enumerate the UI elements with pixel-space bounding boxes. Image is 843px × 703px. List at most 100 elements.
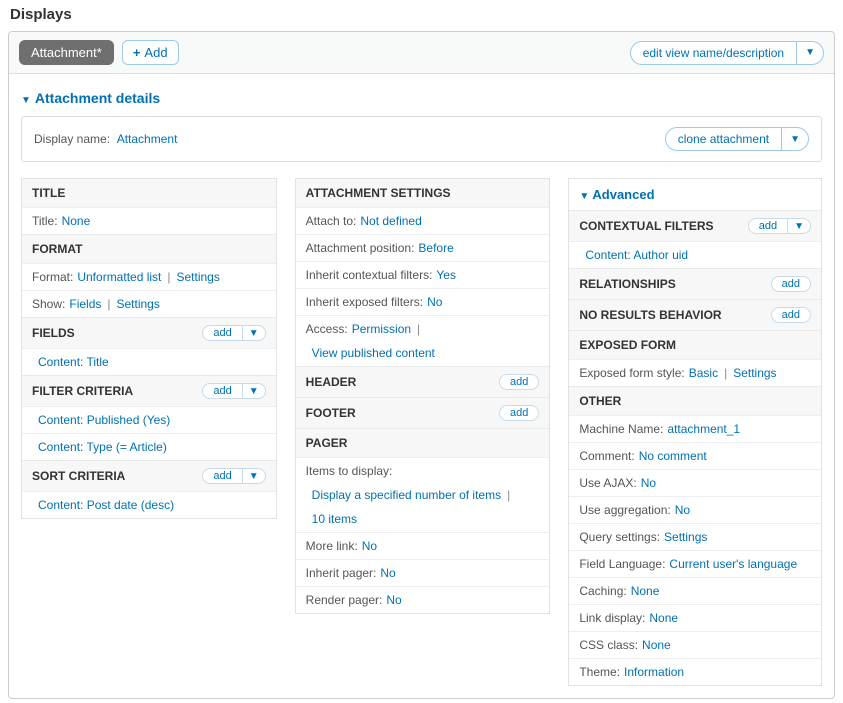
theme-row: Theme: Information: [569, 658, 821, 685]
displays-topbar: Attachment* + Add edit view name/descrip…: [9, 32, 834, 74]
plus-icon: +: [133, 45, 141, 60]
chevron-down-icon: ▼: [794, 221, 804, 232]
footer-add-button[interactable]: add: [499, 405, 539, 421]
render-pager-value[interactable]: No: [386, 593, 401, 607]
display-name-value[interactable]: Attachment: [117, 132, 178, 146]
page-heading: Displays: [10, 6, 835, 23]
exposed-form-settings-link[interactable]: Settings: [733, 366, 776, 380]
show-row: Show: Fields | Settings: [22, 290, 276, 317]
no-results-head: NO RESULTS BEHAVIOR add: [569, 299, 821, 330]
attachment-position-value[interactable]: Before: [418, 241, 453, 255]
filter-add-button[interactable]: add ▼: [202, 383, 265, 399]
machine-name-row: Machine Name: attachment_1: [569, 415, 821, 442]
contextual-filters-head: CONTEXTUAL FILTERS add ▼: [569, 210, 821, 241]
ajax-value[interactable]: No: [641, 476, 656, 490]
inherit-pager-row: Inherit pager: No: [296, 559, 550, 586]
col-left: TITLE Title: None FORMAT Format: Unforma…: [21, 178, 277, 519]
tab-attachment[interactable]: Attachment*: [19, 40, 114, 65]
relationships-add-button[interactable]: add: [771, 276, 811, 292]
chevron-down-icon: ▼: [249, 328, 259, 339]
access-row: Access: Permission | View published cont…: [296, 315, 550, 366]
items-display-mode[interactable]: Display a specified number of items: [312, 488, 501, 502]
header-add-button[interactable]: add: [499, 374, 539, 390]
sort-post-date[interactable]: Content: Post date (desc): [38, 498, 174, 512]
exposed-form-value[interactable]: Basic: [689, 366, 718, 380]
fields-head: FIELDS add ▼: [22, 317, 276, 348]
access-view-published[interactable]: View published content: [312, 346, 435, 360]
exposed-form-row: Exposed form style: Basic | Settings: [569, 359, 821, 386]
sort-head: SORT CRITERIA add ▼: [22, 460, 276, 491]
settings-columns: TITLE Title: None FORMAT Format: Unforma…: [21, 178, 822, 686]
footer-head: FOOTER add: [296, 397, 550, 428]
attach-to-value[interactable]: Not defined: [360, 214, 421, 228]
show-settings-link[interactable]: Settings: [117, 297, 160, 311]
chevron-down-icon: ▼: [249, 471, 259, 482]
sort-add-caret[interactable]: ▼: [242, 469, 265, 483]
chevron-down-icon: ▼: [790, 134, 800, 145]
title-value[interactable]: None: [62, 214, 91, 228]
filter-type-article[interactable]: Content: Type (= Article): [38, 440, 167, 454]
filter-head: FILTER CRITERIA add ▼: [22, 375, 276, 406]
advanced-toggle[interactable]: ▼ Advanced: [569, 179, 821, 210]
clone-attachment-label: clone attachment: [666, 128, 782, 150]
attachment-details-title: Attachment details: [35, 90, 160, 106]
render-pager-row: Render pager: No: [296, 586, 550, 613]
sort-item: Content: Post date (desc): [22, 491, 276, 518]
clone-attachment-button[interactable]: clone attachment ▼: [665, 127, 809, 151]
theme-value[interactable]: Information: [624, 665, 684, 679]
display-name-label: Display name:: [34, 132, 110, 146]
more-link-row: More link: No: [296, 532, 550, 559]
css-class-value[interactable]: None: [642, 638, 671, 652]
col-right: ▼ Advanced CONTEXTUAL FILTERS add ▼ Cont…: [568, 178, 822, 686]
attach-to-row: Attach to: Not defined: [296, 207, 550, 234]
access-value[interactable]: Permission: [352, 322, 411, 336]
format-label: Format:: [32, 270, 73, 284]
attachment-settings-head: ATTACHMENT SETTINGS: [296, 179, 550, 207]
format-settings-link[interactable]: Settings: [177, 270, 220, 284]
link-display-value[interactable]: None: [649, 611, 678, 625]
caching-value[interactable]: None: [631, 584, 660, 598]
inherit-pager-value[interactable]: No: [380, 566, 395, 580]
aggregation-value[interactable]: No: [675, 503, 690, 517]
inherit-exposed-value[interactable]: No: [427, 295, 442, 309]
title-head: TITLE: [22, 179, 276, 207]
field-language-value[interactable]: Current user's language: [669, 557, 797, 571]
field-content-title[interactable]: Content: Title: [38, 355, 109, 369]
pager-head: PAGER: [296, 428, 550, 457]
comment-value[interactable]: No comment: [639, 449, 707, 463]
inherit-ctx-value[interactable]: Yes: [436, 268, 456, 282]
sort-add-button[interactable]: add ▼: [202, 468, 265, 484]
add-display-button[interactable]: + Add: [122, 40, 179, 65]
filter-item: Content: Published (Yes): [22, 406, 276, 433]
filter-published[interactable]: Content: Published (Yes): [38, 413, 170, 427]
field-language-row: Field Language: Current user's language: [569, 550, 821, 577]
query-settings-value[interactable]: Settings: [664, 530, 707, 544]
clone-attachment-caret[interactable]: ▼: [782, 128, 808, 150]
title-row: Title: None: [22, 207, 276, 234]
edit-view-name-button[interactable]: edit view name/description ▼: [630, 41, 824, 65]
more-link-value[interactable]: No: [362, 539, 377, 553]
format-head: FORMAT: [22, 234, 276, 263]
contextual-add-caret[interactable]: ▼: [787, 219, 810, 233]
attachment-details-toggle[interactable]: ▼ Attachment details: [21, 90, 822, 106]
chevron-down-icon: ▼: [21, 95, 31, 106]
attachment-details-body: ▼ Attachment details Display name: Attach…: [9, 74, 834, 698]
edit-view-name-caret[interactable]: ▼: [797, 42, 823, 64]
chevron-down-icon: ▼: [805, 47, 815, 58]
chevron-down-icon: ▼: [579, 191, 589, 202]
filter-add-caret[interactable]: ▼: [242, 384, 265, 398]
contextual-item: Content: Author uid: [569, 241, 821, 268]
aggregation-row: Use aggregation: No: [569, 496, 821, 523]
fields-add-caret[interactable]: ▼: [242, 326, 265, 340]
machine-name-value[interactable]: attachment_1: [667, 422, 740, 436]
items-count[interactable]: 10 items: [312, 512, 357, 526]
contextual-add-button[interactable]: add ▼: [748, 218, 811, 234]
comment-row: Comment: No comment: [569, 442, 821, 469]
displays-panel: Attachment* + Add edit view name/descrip…: [8, 31, 835, 699]
format-value[interactable]: Unformatted list: [77, 270, 161, 284]
no-results-add-button[interactable]: add: [771, 307, 811, 323]
fields-add-button[interactable]: add ▼: [202, 325, 265, 341]
show-value[interactable]: Fields: [69, 297, 101, 311]
add-display-label: Add: [144, 45, 167, 60]
ctx-author-uid[interactable]: Content: Author uid: [585, 248, 688, 262]
